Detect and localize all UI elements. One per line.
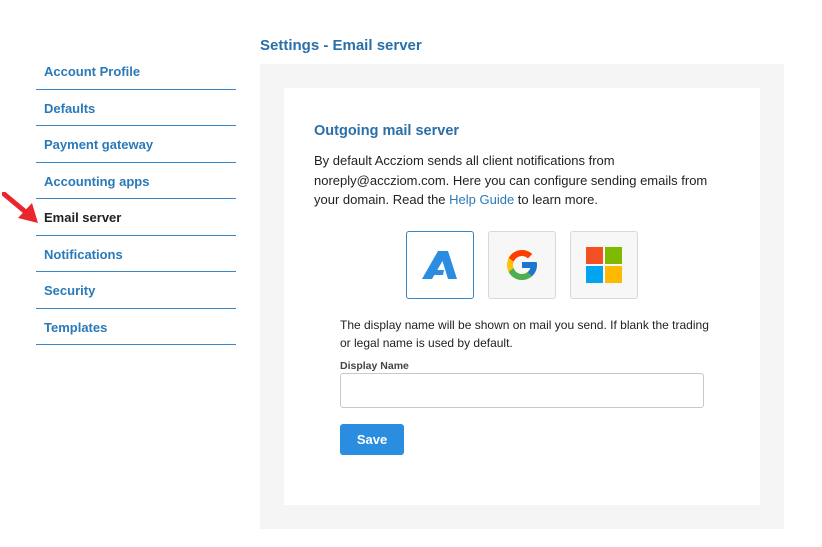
microsoft-provider-button[interactable] — [570, 231, 638, 299]
help-guide-link[interactable]: Help Guide — [449, 192, 514, 207]
sidebar-item-defaults[interactable]: Defaults — [36, 90, 236, 126]
display-name-input[interactable] — [340, 373, 704, 408]
description-text-end: to learn more. — [514, 192, 599, 207]
sidebar-item-accounting-apps[interactable]: Accounting apps — [36, 163, 236, 199]
section-title: Outgoing mail server — [314, 123, 460, 139]
display-name-hint: The display name will be shown on mail y… — [340, 318, 709, 350]
sidebar-item-security[interactable]: Security — [36, 272, 236, 309]
red-arrow-icon — [2, 192, 38, 223]
description: By default Accziom sends all client noti… — [314, 151, 734, 210]
sidebar-item-payment-gateway[interactable]: Payment gateway — [36, 126, 236, 163]
sidebar-item-account-profile[interactable]: Account Profile — [36, 53, 236, 90]
accziom-provider-button[interactable] — [406, 231, 474, 299]
sidebar-item-notifications[interactable]: Notifications — [36, 236, 236, 272]
google-logo-icon — [507, 250, 537, 280]
accziom-logo-icon — [422, 251, 457, 279]
email-server-card: Outgoing mail server By default Accziom … — [284, 88, 760, 505]
display-name-label: Display Name — [340, 360, 409, 372]
sidebar-item-templates[interactable]: Templates — [36, 309, 236, 345]
provider-options — [406, 231, 652, 299]
microsoft-logo-icon — [586, 247, 622, 283]
settings-sidebar: Account Profile Defaults Payment gateway… — [36, 53, 236, 345]
page-title: Settings - Email server — [260, 37, 422, 54]
google-provider-button[interactable] — [488, 231, 556, 299]
sidebar-item-email-server[interactable]: Email server — [36, 199, 236, 236]
settings-panel: Outgoing mail server By default Accziom … — [260, 64, 784, 529]
save-button[interactable]: Save — [340, 424, 404, 455]
